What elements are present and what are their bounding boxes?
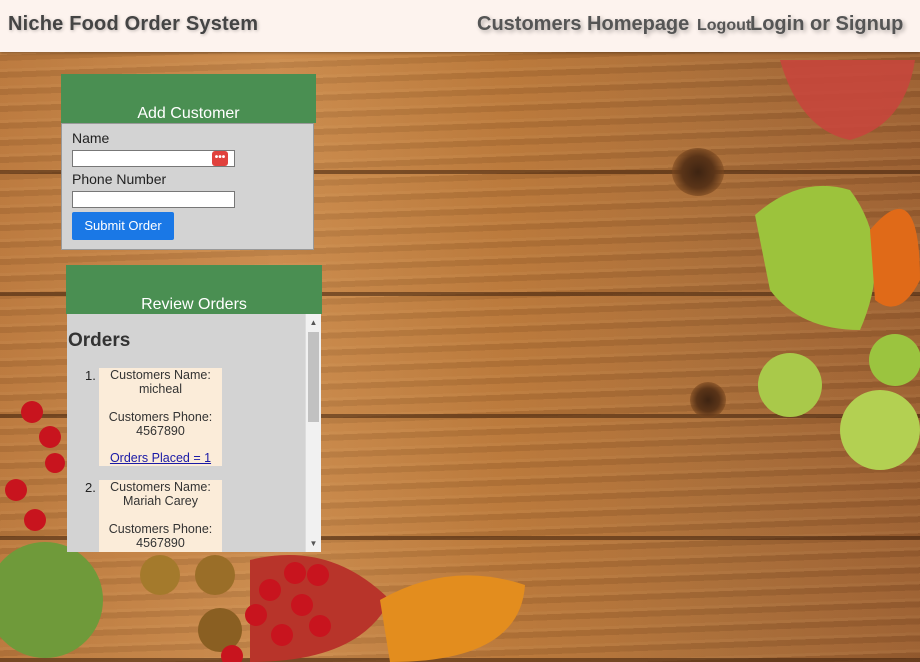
orders-list[interactable]: Orders 1. Customers Name: micheal Custom… xyxy=(67,314,305,552)
order-number: 1. xyxy=(85,368,96,383)
orders-scrollbar[interactable]: ▲ ▼ xyxy=(305,314,321,552)
password-manager-icon[interactable]: ••• xyxy=(212,151,228,166)
add-customer-header: Add Customer xyxy=(61,74,316,123)
name-label: Name xyxy=(72,130,110,146)
list-item: Customers Name: Mariah Carey Customers P… xyxy=(99,480,222,552)
customer-phone: 4567890 xyxy=(136,424,185,438)
customer-phone-label: Customers Phone: xyxy=(108,410,213,424)
submit-order-button[interactable]: Submit Order xyxy=(72,212,174,240)
orders-heading: Orders xyxy=(68,330,131,351)
order-number: 2. xyxy=(85,480,96,495)
review-orders-header: Review Orders xyxy=(66,265,322,314)
customer-name: micheal xyxy=(138,382,183,396)
nav-customers-homepage[interactable]: Customers Homepage xyxy=(477,13,689,36)
nav-login-signup[interactable]: Login or Signup xyxy=(750,13,903,36)
scroll-up-arrow-icon[interactable]: ▲ xyxy=(306,315,321,330)
customer-phone-label: Customers Phone: xyxy=(108,522,213,536)
scrollbar-thumb[interactable] xyxy=(308,332,319,422)
nav-logout[interactable]: Logout xyxy=(697,17,751,35)
customer-name-label: Customers Name: xyxy=(110,480,211,494)
orders-placed-link[interactable]: Orders Placed = 1 xyxy=(110,451,211,465)
phone-input[interactable] xyxy=(72,191,235,208)
customer-name-label: Customers Name: xyxy=(110,368,211,382)
review-orders-title: Review Orders xyxy=(141,296,247,313)
top-navbar: Niche Food Order System Customers Homepa… xyxy=(0,0,920,52)
list-item: Customers Name: micheal Customers Phone:… xyxy=(99,368,222,466)
brand-title[interactable]: Niche Food Order System xyxy=(8,13,258,36)
scroll-down-arrow-icon[interactable]: ▼ xyxy=(306,536,321,551)
name-input[interactable] xyxy=(72,150,235,167)
customer-phone: 4567890 xyxy=(136,536,185,550)
customer-name: Mariah Carey xyxy=(122,494,199,508)
add-customer-title: Add Customer xyxy=(137,105,240,122)
phone-label: Phone Number xyxy=(72,171,167,187)
